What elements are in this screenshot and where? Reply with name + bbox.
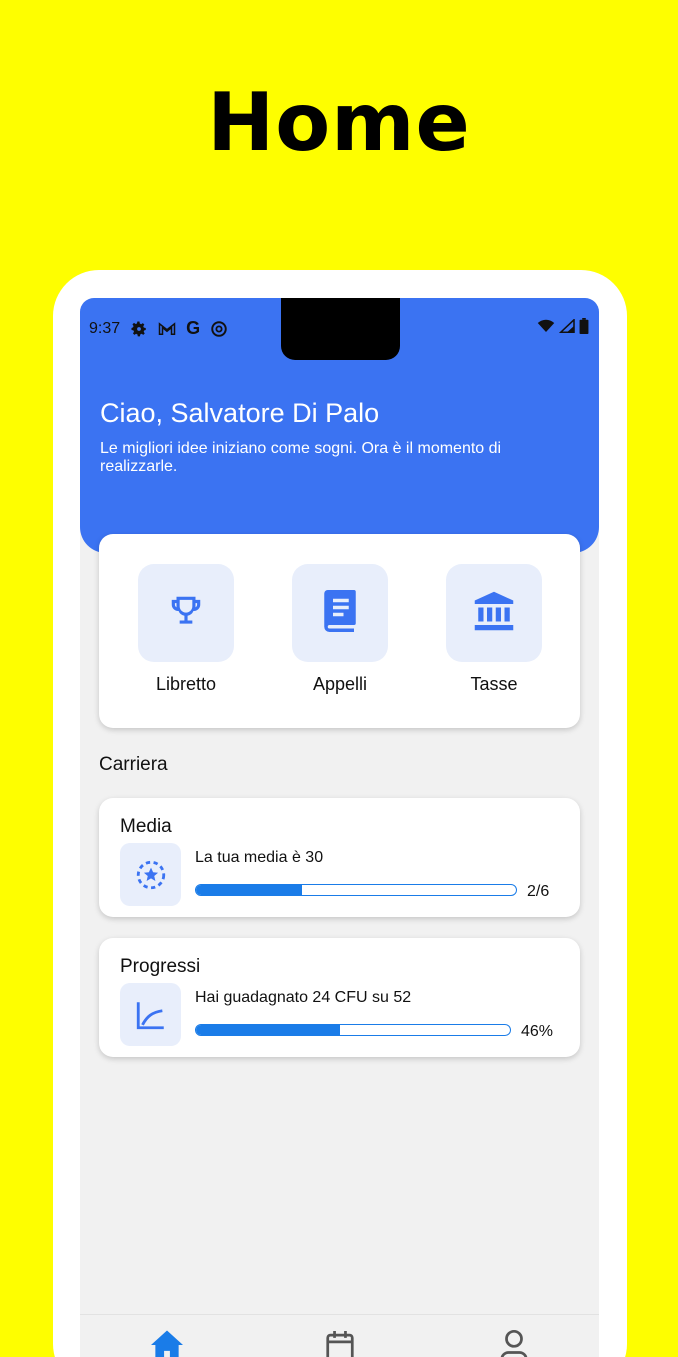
tab-home[interactable] <box>147 1329 187 1357</box>
quick-action-label: Libretto <box>155 674 217 694</box>
camera-notch <box>281 298 400 360</box>
at-icon <box>210 320 228 338</box>
signal-icon <box>558 317 575 338</box>
progress-value: 2/6 <box>527 883 550 900</box>
quick-action-tasse[interactable]: Tasse <box>445 564 543 695</box>
home-icon <box>149 1329 185 1357</box>
card-description: La tua media è 30 <box>195 849 324 866</box>
trophy-icon <box>167 592 205 635</box>
bank-icon <box>473 591 515 636</box>
greeting-subtitle: Le migliori idee iniziano come sogni. Or… <box>100 440 502 475</box>
progress-bar <box>195 884 517 896</box>
media-card[interactable]: Media La tua media è 30 2/6 <box>99 798 580 917</box>
quick-action-libretto[interactable]: Libretto <box>137 564 235 695</box>
status-icons-right <box>537 317 589 339</box>
greeting-title: Ciao, Salvatore Di Palo <box>100 398 380 428</box>
section-title-carriera: Carriera <box>99 754 168 775</box>
book-icon <box>322 589 358 637</box>
card-title: Progressi <box>120 956 201 977</box>
progress-bar <box>195 1024 511 1036</box>
wifi-icon <box>537 319 555 338</box>
bottom-tab-bar <box>80 1314 599 1357</box>
page-headline: Home <box>207 76 471 169</box>
gear-icon <box>130 320 148 338</box>
card-title: Media <box>120 816 172 837</box>
quick-action-tile[interactable] <box>292 564 388 662</box>
quick-action-label: Appelli <box>312 674 368 694</box>
chart-line-icon <box>120 983 181 1046</box>
star-badge-icon <box>120 843 181 906</box>
status-time: 9:37 <box>89 319 121 337</box>
progressi-card[interactable]: Progressi Hai guadagnato 24 CFU su 52 46… <box>99 938 580 1057</box>
quick-action-appelli[interactable]: Appelli <box>291 564 389 695</box>
card-description: Hai guadagnato 24 CFU su 52 <box>195 989 412 1006</box>
tab-profile[interactable] <box>494 1329 534 1357</box>
quick-action-label: Tasse <box>470 674 518 694</box>
quick-actions-card: Libretto Appelli Tasse <box>99 534 580 728</box>
progress-fill <box>196 885 302 895</box>
app-screen: 9:37 G Ciao, Salvatore Di Palo Le miglio… <box>80 298 599 1357</box>
quick-action-tile[interactable] <box>446 564 542 662</box>
user-icon <box>499 1329 529 1357</box>
google-icon: G <box>186 318 201 338</box>
progress-value: 46% <box>521 1023 554 1040</box>
progress-fill <box>196 1025 341 1035</box>
gmail-icon <box>158 321 176 336</box>
battery-icon <box>579 318 589 339</box>
calendar-icon <box>325 1329 355 1357</box>
status-bar: 9:37 G <box>89 318 228 339</box>
quick-action-tile[interactable] <box>138 564 234 662</box>
tab-calendar[interactable] <box>320 1329 360 1357</box>
